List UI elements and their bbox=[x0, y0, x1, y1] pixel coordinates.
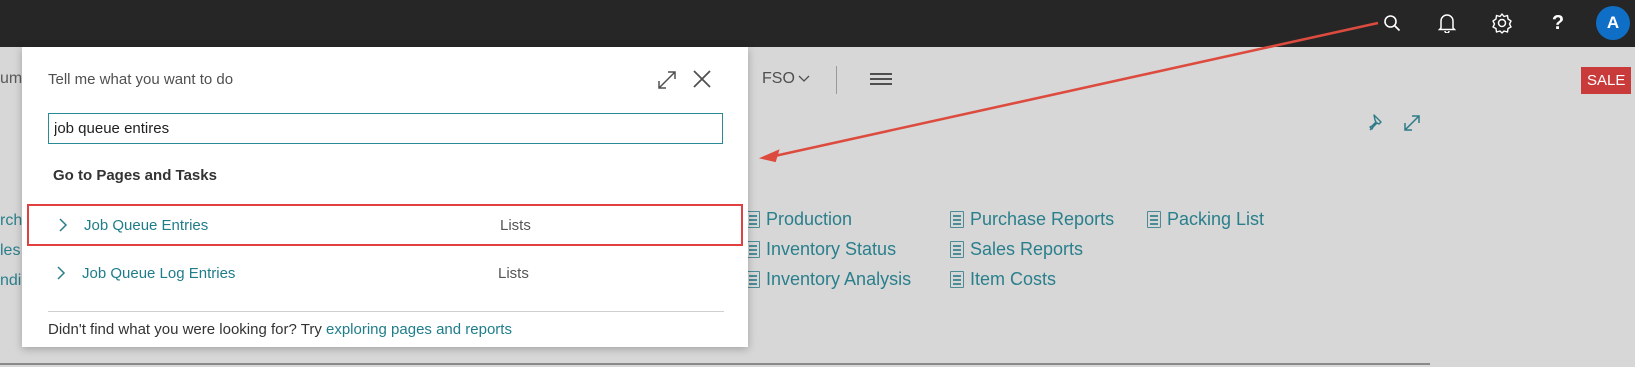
chevron-down-icon bbox=[798, 75, 810, 82]
pin-icon[interactable] bbox=[1366, 112, 1390, 136]
close-icon[interactable] bbox=[690, 67, 714, 91]
bell-icon[interactable] bbox=[1430, 6, 1464, 40]
link-packing-list[interactable]: Packing List bbox=[1147, 209, 1264, 230]
footer-text: Didn't find what you were looking for? T… bbox=[48, 321, 326, 338]
dialog-divider bbox=[48, 311, 724, 312]
bg-text-fragment: um bbox=[0, 70, 23, 87]
expand-icon[interactable] bbox=[656, 69, 678, 91]
nav-fso-menu[interactable]: FSO bbox=[762, 70, 810, 88]
link-label: Purchase Reports bbox=[970, 209, 1115, 229]
document-icon bbox=[950, 271, 964, 288]
bg-text-fragment: rch bbox=[0, 212, 23, 229]
link-label: Packing List bbox=[1167, 209, 1265, 229]
document-icon bbox=[746, 211, 760, 228]
help-icon[interactable]: ? bbox=[1541, 6, 1575, 40]
bg-text-fragment: ndi bbox=[0, 272, 22, 289]
link-inventory-analysis[interactable]: Inventory Analysis bbox=[746, 269, 911, 290]
link-label: Item Costs bbox=[970, 269, 1057, 289]
link-item-costs[interactable]: Item Costs bbox=[950, 269, 1056, 290]
result-label: Job Queue Log Entries bbox=[82, 264, 236, 282]
result-row-job-queue-entries[interactable]: Job Queue Entries Lists bbox=[27, 204, 743, 246]
bottom-divider bbox=[0, 363, 1430, 365]
link-label: Sales Reports bbox=[970, 239, 1084, 259]
result-type: Lists bbox=[500, 216, 531, 234]
document-icon bbox=[1147, 211, 1161, 228]
dialog-footer: Didn't find what you were looking for? T… bbox=[48, 321, 512, 338]
link-production[interactable]: Production bbox=[746, 209, 852, 230]
search-icon[interactable] bbox=[1375, 6, 1409, 40]
link-sales-reports[interactable]: Sales Reports bbox=[950, 239, 1083, 260]
hamburger-menu-icon[interactable] bbox=[870, 73, 892, 87]
result-row-job-queue-log-entries[interactable]: Job Queue Log Entries Lists bbox=[27, 252, 743, 294]
section-title: Go to Pages and Tasks bbox=[53, 167, 217, 184]
link-inventory-status[interactable]: Inventory Status bbox=[746, 239, 896, 260]
document-icon bbox=[746, 241, 760, 258]
bg-text-fragment: les bbox=[0, 242, 21, 259]
nav-fso-label: FSO bbox=[762, 70, 795, 87]
dialog-title: Tell me what you want to do bbox=[48, 71, 234, 88]
sale-badge: SALE bbox=[1581, 67, 1632, 94]
link-label: Production bbox=[766, 209, 853, 229]
search-input[interactable] bbox=[48, 113, 723, 144]
document-icon bbox=[746, 271, 760, 288]
link-purchase-reports[interactable]: Purchase Reports bbox=[950, 209, 1114, 230]
top-bar: ? A bbox=[0, 0, 1635, 47]
gear-icon[interactable] bbox=[1485, 6, 1519, 40]
document-icon bbox=[950, 211, 964, 228]
expand-icon[interactable] bbox=[1401, 112, 1425, 136]
result-label: Job Queue Entries bbox=[84, 216, 209, 234]
chevron-right-icon bbox=[57, 266, 66, 280]
chevron-right-icon bbox=[59, 218, 68, 232]
tell-me-dialog: Tell me what you want to do Go to Pages … bbox=[22, 47, 748, 347]
result-type: Lists bbox=[498, 264, 529, 282]
explore-pages-link[interactable]: exploring pages and reports bbox=[326, 321, 512, 338]
nav-divider bbox=[836, 66, 837, 94]
document-icon bbox=[950, 241, 964, 258]
user-avatar[interactable]: A bbox=[1596, 6, 1630, 40]
link-label: Inventory Analysis bbox=[766, 269, 912, 289]
link-label: Inventory Status bbox=[766, 239, 897, 259]
